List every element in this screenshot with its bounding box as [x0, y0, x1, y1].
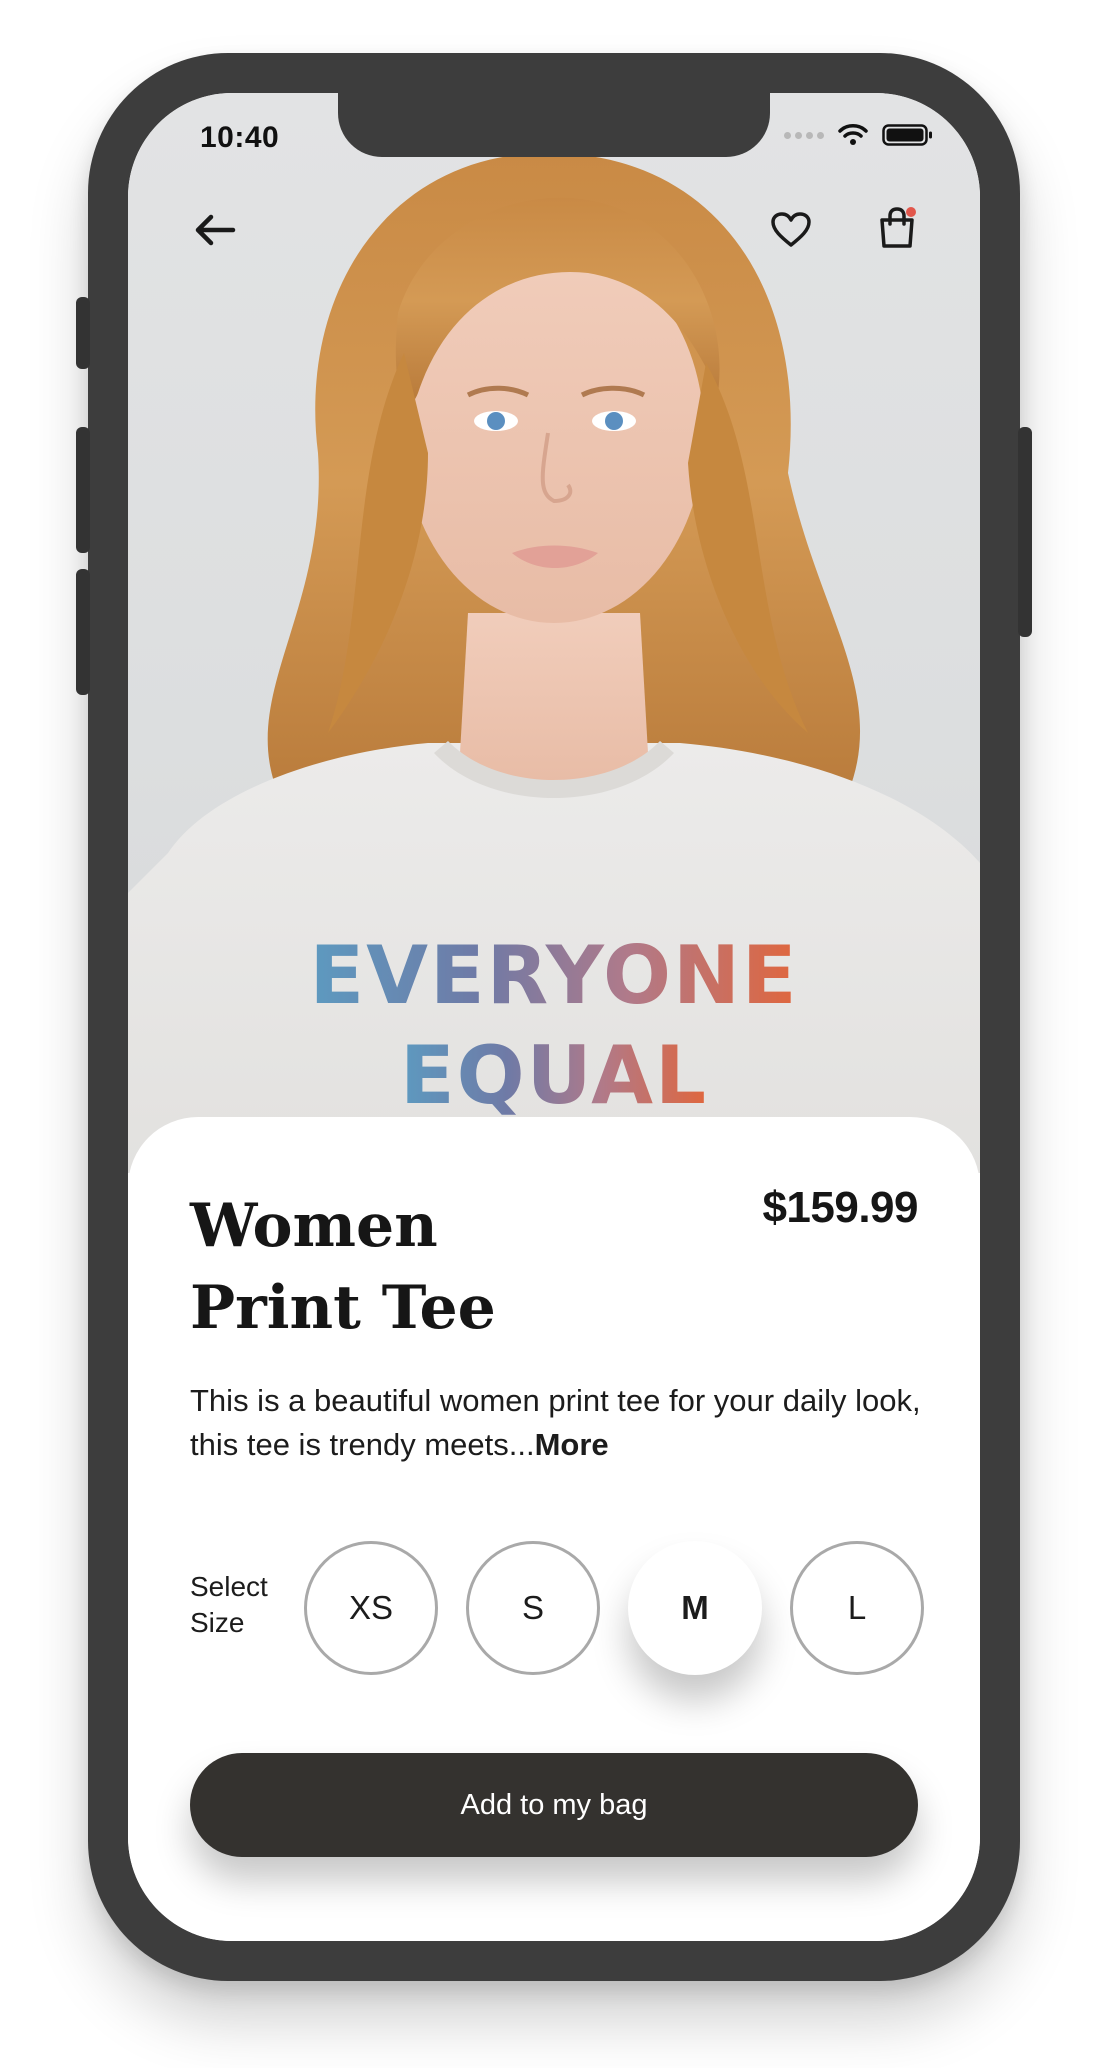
product-price: $159.99: [762, 1183, 918, 1232]
mute-switch: [76, 297, 90, 369]
power-button: [1018, 427, 1032, 637]
notch: [338, 93, 770, 157]
product-title: Women Print Tee: [190, 1185, 650, 1349]
status-time: 10:40: [200, 121, 280, 154]
size-option-m[interactable]: M: [628, 1541, 762, 1675]
status-icons: [784, 123, 934, 147]
product-details-sheet: Women Print Tee $159.99 This is a beauti…: [128, 1117, 980, 1941]
model-illustration: EVERYONE EQUAL: [128, 153, 980, 1173]
product-title-line1: Women: [190, 1191, 438, 1261]
heart-icon: [771, 212, 811, 247]
size-option-xs[interactable]: XS: [304, 1541, 438, 1675]
product-photo: EVERYONE EQUAL: [128, 93, 980, 1173]
volume-down-button: [76, 569, 90, 695]
size-label-line2: Size: [190, 1607, 245, 1638]
size-option-l[interactable]: L: [790, 1541, 924, 1675]
product-description: This is a beautiful women print tee for …: [190, 1379, 930, 1467]
size-label: Select Size: [190, 1569, 300, 1641]
battery-icon: [882, 124, 932, 146]
back-button[interactable]: [190, 205, 240, 255]
phone-frame: EVERYONE EQUAL 10:40 Women Print Tee $15…: [76, 53, 1032, 1981]
size-label-line1: Select: [190, 1571, 268, 1602]
signal-dots-icon: [784, 131, 824, 139]
size-options: XS S M L: [304, 1541, 924, 1675]
wifi-icon: [838, 124, 868, 145]
stage: EVERYONE EQUAL 10:40 Women Print Tee $15…: [0, 0, 1110, 2068]
bag-badge: [906, 207, 916, 217]
shirt-text-line2: EQUAL: [400, 1029, 708, 1122]
shirt-text-line1: EVERYONE: [309, 929, 798, 1022]
arrow-left-icon: [195, 214, 236, 246]
volume-up-button: [76, 427, 90, 553]
size-option-s[interactable]: S: [466, 1541, 600, 1675]
favorite-button[interactable]: [766, 205, 816, 255]
product-title-line2: Print Tee: [190, 1273, 496, 1343]
shopping-bag-button[interactable]: [870, 201, 924, 255]
add-to-bag-button[interactable]: Add to my bag: [190, 1753, 918, 1857]
more-link[interactable]: More: [535, 1427, 609, 1462]
screen: EVERYONE EQUAL 10:40 Women Print Tee $15…: [128, 93, 980, 1941]
